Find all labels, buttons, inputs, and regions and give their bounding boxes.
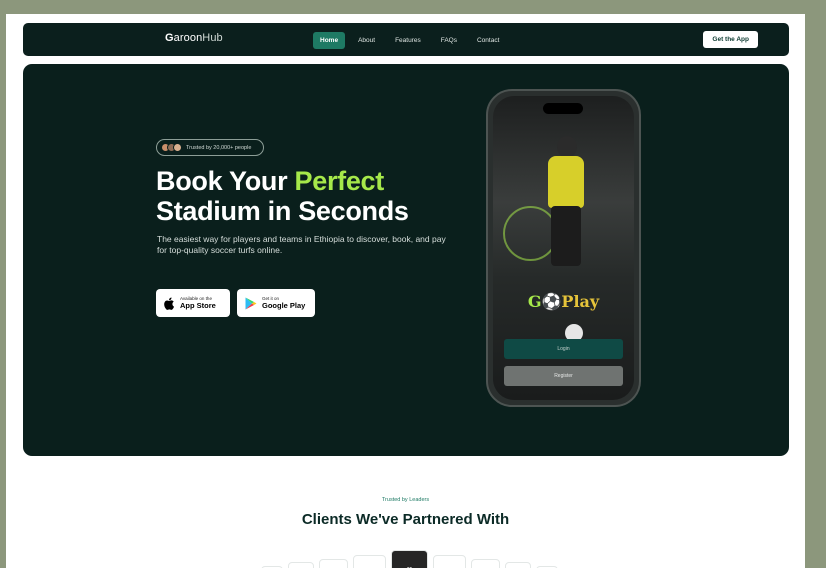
nav-contact[interactable]: Contact (470, 32, 506, 49)
app-store-big: App Store (180, 301, 216, 310)
google-play-button[interactable]: Get it on Google Play (237, 289, 315, 317)
avatar (173, 143, 182, 152)
app-store-button[interactable]: Available on the App Store (156, 289, 230, 317)
landing-page: GaroonHub Home About Features FAQs Conta… (6, 14, 805, 568)
google-play-big: Google Play (262, 301, 306, 310)
zendesk-logo-icon: Z (471, 559, 500, 568)
google-play-text: Get it on Google Play (262, 296, 305, 310)
mural-logo-icon: ● (288, 562, 314, 568)
player-legs (551, 206, 581, 266)
ball-icon: ⚽ (541, 292, 562, 311)
phone-login-button[interactable]: Login (504, 339, 623, 359)
headline-accent: Perfect (294, 166, 385, 196)
headline-line2: Stadium in Seconds (156, 196, 409, 226)
asana-logo-icon: ● (433, 555, 466, 568)
logo-hub: Hub (202, 32, 223, 44)
hero-section: Trusted by 20,000+ people Book Your Perf… (23, 64, 789, 456)
clickup-logo-icon: ◆ (319, 559, 348, 568)
dynamic-island (543, 103, 583, 114)
phone-register-button[interactable]: Register (504, 366, 623, 386)
goplay-logo: G⚽Play (493, 292, 634, 311)
app-store-text: Available on the App Store (180, 296, 216, 310)
nav-about[interactable]: About (351, 32, 382, 49)
top-navbar: GaroonHub Home About Features FAQs Conta… (23, 23, 789, 56)
goplay-g: G (527, 292, 542, 311)
google-play-icon (245, 297, 257, 309)
trust-badge: Trusted by 20,000+ people (156, 139, 264, 156)
hero-headline: Book Your Perfect Stadium in Seconds (156, 166, 409, 226)
nav-home[interactable]: Home (313, 32, 346, 49)
get-the-app-button[interactable]: Get the App (703, 31, 758, 48)
nav-features[interactable]: Features (388, 32, 428, 49)
avatar-stack (161, 143, 182, 152)
goplay-play: Play (561, 292, 600, 311)
phone-screen: G⚽Play Login Register (493, 96, 634, 400)
phone-mockup: G⚽Play Login Register (486, 89, 641, 407)
player-image (557, 136, 577, 158)
logo-letter: G (165, 32, 174, 44)
nav-faqs[interactable]: FAQs (434, 32, 464, 49)
partners-title: Clients We've Partnered With (301, 511, 510, 528)
hero-subtext: The easiest way for players and teams in… (157, 234, 446, 255)
nav-links: Home About Features FAQs Contact (313, 32, 506, 49)
logo-text: aroon (173, 32, 203, 44)
paypal-logo-icon: P (353, 555, 386, 568)
slack-logo-icon: # (505, 562, 531, 568)
apple-icon (164, 297, 174, 310)
partners-eyebrow: Trusted by Leaders (381, 497, 430, 503)
player-jersey (548, 156, 584, 208)
squarespace-logo-icon: ∞ (391, 550, 428, 568)
partner-logo-row: ✻ ● ◆ P ∞ ● Z # ▲ (261, 550, 558, 568)
glow-ring-graphic (503, 206, 558, 261)
headline-part1: Book Your (156, 166, 295, 196)
brand-logo[interactable]: GaroonHub (165, 32, 223, 44)
trust-text: Trusted by 20,000+ people (186, 144, 252, 151)
